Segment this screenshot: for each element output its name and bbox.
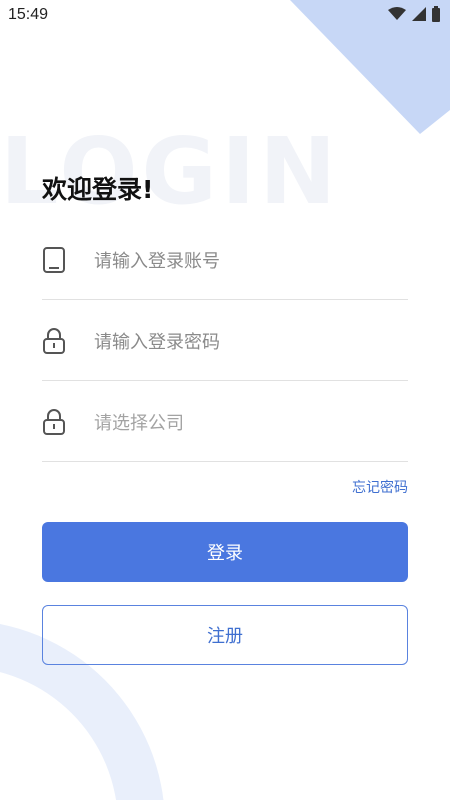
status-bar: 15:49 — [0, 0, 450, 32]
lock-icon — [43, 409, 65, 435]
company-field[interactable] — [42, 382, 408, 462]
register-button[interactable]: 注册 — [42, 605, 408, 665]
password-input[interactable] — [92, 325, 396, 359]
forgot-password-link[interactable]: 忘记密码 — [352, 477, 408, 497]
login-button[interactable]: 登录 — [42, 522, 408, 582]
company-select[interactable] — [92, 406, 396, 440]
battery-icon — [432, 6, 440, 22]
lock-icon — [43, 328, 65, 354]
account-input[interactable] — [92, 244, 396, 278]
welcome-title: 欢迎登录! — [42, 175, 154, 204]
account-field — [42, 220, 408, 300]
wifi-icon — [388, 7, 406, 20]
phone-icon — [43, 247, 65, 273]
signal-icon — [412, 7, 426, 21]
status-time: 15:49 — [8, 6, 49, 23]
password-field — [42, 301, 408, 381]
